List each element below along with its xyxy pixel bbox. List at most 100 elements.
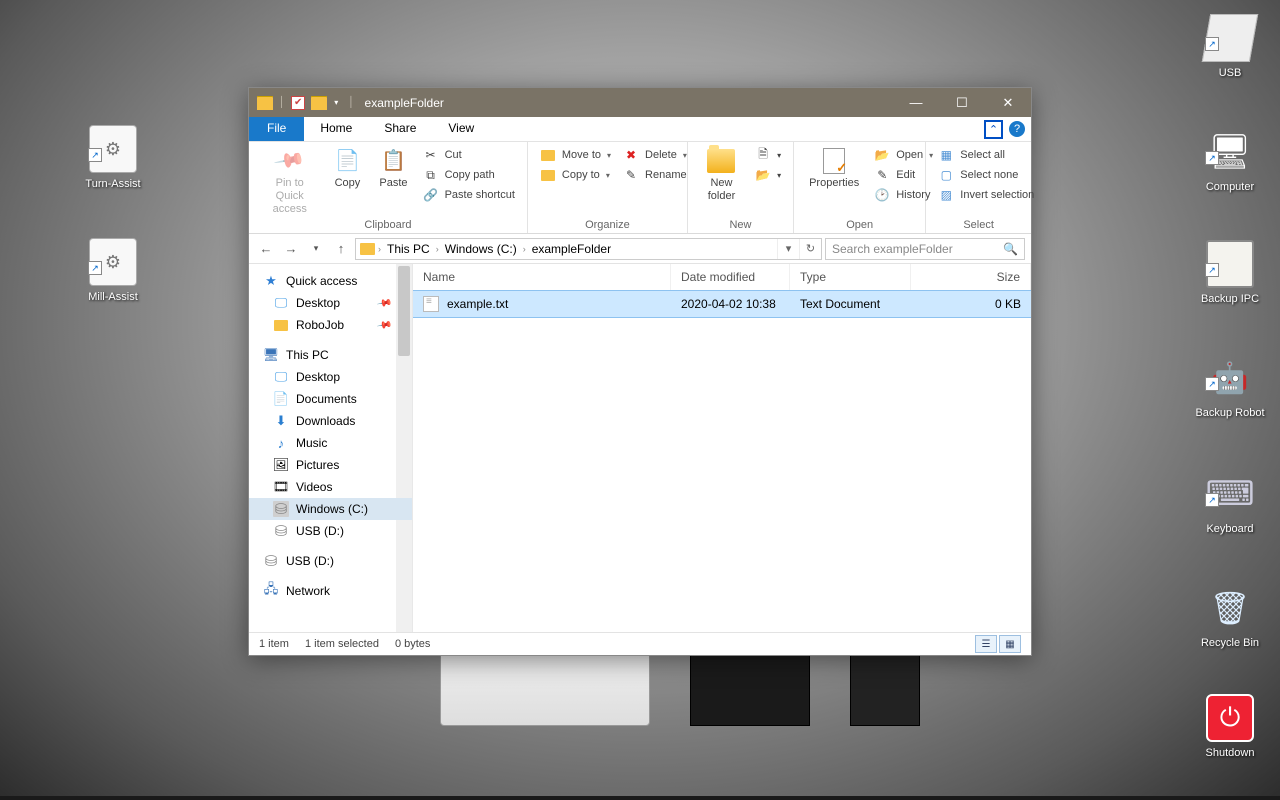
easy-access-icon: 📂 [755, 167, 771, 183]
nav-documents[interactable]: 📄 Documents [249, 388, 412, 410]
back-button[interactable]: ← [255, 238, 277, 260]
documents-icon: 📄 [273, 391, 289, 407]
tab-home[interactable]: Home [304, 117, 368, 141]
desktop-icon-backup-ipc[interactable]: ↗ Backup IPC [1185, 240, 1275, 305]
file-row[interactable]: example.txt 2020-04-02 10:38 Text Docume… [413, 291, 1031, 317]
ribbon: 📌 Pin to Quick access 📄 Copy 📋 Paste ✂Cu… [249, 142, 1031, 234]
nav-quick-access[interactable]: ★Quick access [249, 270, 412, 292]
desktop-icon-mill-assist[interactable]: ↗ Mill-Assist [68, 238, 158, 303]
select-all-button[interactable]: ▦Select all [934, 146, 1038, 164]
paste-shortcut-icon: 🔗 [423, 187, 439, 203]
folder-icon[interactable] [311, 96, 327, 110]
nav-pictures[interactable]: 🖼Pictures [249, 454, 412, 476]
view-large-icons-button[interactable]: ▦ [999, 635, 1021, 653]
nav-music[interactable]: ♪Music [249, 432, 412, 454]
nav-usb-d-drive[interactable]: ⛁USB (D:) [249, 550, 412, 572]
breadcrumb[interactable]: exampleFolder [529, 242, 614, 256]
paste-button[interactable]: 📋 Paste [372, 144, 414, 190]
file-explorer-window: │ ✔ ▾ │ exampleFolder ― ☐ ✕ File Home Sh… [248, 87, 1032, 656]
help-button[interactable]: ? [1009, 121, 1025, 137]
button-label: Move to [562, 149, 601, 161]
tab-share[interactable]: Share [368, 117, 432, 141]
paste-shortcut-button[interactable]: 🔗Paste shortcut [419, 186, 519, 204]
nav-usb-d[interactable]: ⛁USB (D:) [249, 520, 412, 542]
nav-windows-c[interactable]: ⛁Windows (C:) [249, 498, 412, 520]
address-dropdown-button[interactable]: ▾ [777, 239, 799, 259]
file-size: 0 KB [911, 292, 1031, 316]
file-type: Text Document [790, 292, 911, 316]
disk-icon: ⛁ [273, 501, 289, 517]
column-date[interactable]: Date modified [671, 264, 790, 290]
up-button[interactable]: ↑ [330, 238, 352, 260]
nav-this-pc[interactable]: 🖥This PC [249, 344, 412, 366]
chevron-down-icon[interactable]: ▾ [334, 98, 338, 107]
nav-pc-desktop[interactable]: 🖵Desktop [249, 366, 412, 388]
desktop-icon-usb[interactable]: ↗ USB [1185, 14, 1275, 79]
delete-button[interactable]: ✖Delete [619, 146, 691, 164]
cut-button[interactable]: ✂Cut [419, 146, 519, 164]
tab-view[interactable]: View [432, 117, 490, 141]
column-name[interactable]: Name [413, 264, 671, 290]
disk-icon: ⛁ [263, 553, 279, 569]
nav-network[interactable]: 🖧Network [249, 580, 412, 602]
nav-desktop[interactable]: 🖵Desktop📌 [249, 292, 412, 314]
copy-button[interactable]: 📄 Copy [326, 144, 368, 190]
search-placeholder: Search exampleFolder [832, 242, 953, 256]
button-label: Select all [960, 149, 1005, 161]
column-type[interactable]: Type [790, 264, 911, 290]
desktop-icon-recycle-bin[interactable]: Recycle Bin [1185, 584, 1275, 649]
nav-label: Documents [296, 392, 357, 406]
properties-icon[interactable]: ✔ [291, 96, 305, 110]
open-icon: 📂 [874, 147, 890, 163]
close-button[interactable]: ✕ [985, 88, 1031, 117]
collapse-ribbon-button[interactable]: ⌃ [984, 120, 1003, 139]
desktop-icon: 🖵 [273, 369, 289, 385]
taskbar[interactable] [0, 796, 1280, 800]
desktop-icon-backup-robot[interactable]: ↗ Backup Robot [1185, 354, 1275, 419]
maximize-button[interactable]: ☐ [939, 88, 985, 117]
copy-path-button[interactable]: ⧉Copy path [419, 166, 519, 184]
view-details-button[interactable]: ☰ [975, 635, 997, 653]
move-to-button[interactable]: Move to [536, 146, 615, 164]
nav-label: Pictures [296, 458, 339, 472]
desktop-icon-computer[interactable]: ↗ Computer [1185, 128, 1275, 193]
button-label: Rename [645, 169, 687, 181]
group-label: Clipboard [257, 219, 519, 232]
copy-to-button[interactable]: Copy to [536, 166, 615, 184]
quick-access-toolbar: │ ✔ ▾ │ [257, 96, 355, 110]
address-bar[interactable]: › This PC › Windows (C:) › exampleFolder… [355, 238, 822, 260]
properties-button[interactable]: Properties [802, 144, 866, 190]
desktop-icon-keyboard[interactable]: ↗ Keyboard [1185, 470, 1275, 535]
recent-locations-button[interactable]: ▾ [305, 238, 327, 260]
titlebar[interactable]: │ ✔ ▾ │ exampleFolder ― ☐ ✕ [249, 88, 1031, 117]
column-size[interactable]: Size [911, 264, 1031, 290]
pin-icon: 📌 [273, 144, 307, 178]
minimize-button[interactable]: ― [893, 88, 939, 117]
nav-videos[interactable]: 🎞Videos [249, 476, 412, 498]
folder-icon [274, 320, 288, 331]
new-item-button[interactable]: 🗎▾ [751, 146, 785, 164]
pin-icon: 📌 [376, 295, 393, 311]
new-folder-button[interactable]: New folder [696, 144, 747, 203]
tab-file[interactable]: File [249, 117, 304, 141]
nav-downloads[interactable]: ⬇Downloads [249, 410, 412, 432]
forward-button[interactable]: → [280, 238, 302, 260]
nav-robojob[interactable]: RoboJob📌 [249, 314, 412, 336]
invert-selection-button[interactable]: ▨Invert selection [934, 186, 1038, 204]
pin-to-quick-access-button[interactable]: 📌 Pin to Quick access [257, 144, 322, 217]
search-input[interactable]: Search exampleFolder 🔍 [825, 238, 1025, 260]
breadcrumb[interactable]: This PC [384, 242, 433, 256]
refresh-button[interactable]: ↻ [799, 239, 821, 259]
icon-label: Turn-Assist [68, 178, 158, 190]
folder-icon [257, 96, 273, 110]
nav-label: USB (D:) [296, 524, 344, 538]
icon-label: Mill-Assist [68, 291, 158, 303]
desktop-icon-shutdown[interactable]: Shutdown [1185, 694, 1275, 759]
desktop-icon-turn-assist[interactable]: ↗ Turn-Assist [68, 125, 158, 190]
nav-label: This PC [286, 348, 329, 362]
breadcrumb[interactable]: Windows (C:) [442, 242, 520, 256]
easy-access-button[interactable]: 📂▾ [751, 166, 785, 184]
rename-button[interactable]: ✎Rename [619, 166, 691, 184]
select-none-button[interactable]: ▢Select none [934, 166, 1038, 184]
copy-icon: 📄 [335, 149, 360, 173]
